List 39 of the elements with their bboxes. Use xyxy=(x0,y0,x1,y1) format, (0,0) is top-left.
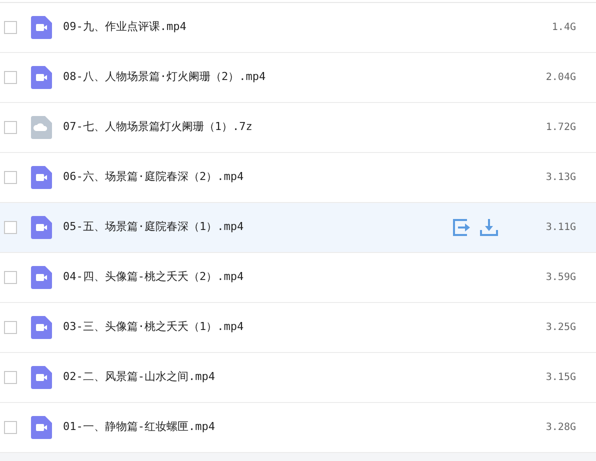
file-name[interactable]: 02-二、风景篇-山水之间.mp4 xyxy=(63,369,215,386)
file-name[interactable]: 05-五、场景篇·庭院春深（1）.mp4 xyxy=(63,219,244,236)
move-icon[interactable] xyxy=(453,219,471,236)
file-size: 1.72G xyxy=(544,121,576,135)
video-file-icon xyxy=(31,216,52,239)
file-name[interactable]: 09-九、作业点评课.mp4 xyxy=(63,19,186,36)
file-name[interactable]: 08-八、人物场景篇·灯火阑珊（2）.mp4 xyxy=(63,69,266,86)
checkbox[interactable] xyxy=(4,371,17,384)
checkbox[interactable] xyxy=(4,271,17,284)
checkbox[interactable] xyxy=(4,171,17,184)
checkbox[interactable] xyxy=(4,121,17,134)
video-file-icon xyxy=(31,316,52,339)
video-file-icon xyxy=(31,266,52,289)
checkbox[interactable] xyxy=(4,421,17,434)
file-size: 3.11G xyxy=(544,221,576,235)
download-icon[interactable] xyxy=(480,219,498,236)
file-size: 3.15G xyxy=(544,371,576,385)
video-file-icon xyxy=(31,66,52,89)
checkbox[interactable] xyxy=(4,221,17,234)
file-size: 2.04G xyxy=(544,71,576,85)
file-row[interactable]: 05-五、场景篇·庭院春深（1）.mp4 3.11G xyxy=(0,203,596,253)
cloud-file-icon xyxy=(31,116,52,139)
file-size: 3.13G xyxy=(544,171,576,185)
checkbox[interactable] xyxy=(4,71,17,84)
file-name[interactable]: 01-一、静物篇-红妆螺匣.mp4 xyxy=(63,419,215,436)
file-name[interactable]: 04-四、头像篇-桃之夭夭（2）.mp4 xyxy=(63,269,244,286)
file-size: 3.59G xyxy=(544,271,576,285)
file-size: 3.28G xyxy=(544,421,576,435)
file-name[interactable]: 06-六、场景篇·庭院春深（2）.mp4 xyxy=(63,169,244,186)
file-size: 1.4G xyxy=(550,21,576,35)
file-name[interactable]: 03-三、头像篇·桃之夭夭（1）.mp4 xyxy=(63,319,244,336)
file-size: 3.25G xyxy=(544,321,576,335)
video-file-icon xyxy=(31,366,52,389)
file-name[interactable]: 07-七、人物场景篇灯火阑珊（1）.7z xyxy=(63,119,252,136)
checkbox[interactable] xyxy=(4,21,17,34)
video-file-icon xyxy=(31,16,52,39)
video-file-icon xyxy=(31,416,52,439)
video-file-icon xyxy=(31,166,52,189)
checkbox[interactable] xyxy=(4,321,17,334)
